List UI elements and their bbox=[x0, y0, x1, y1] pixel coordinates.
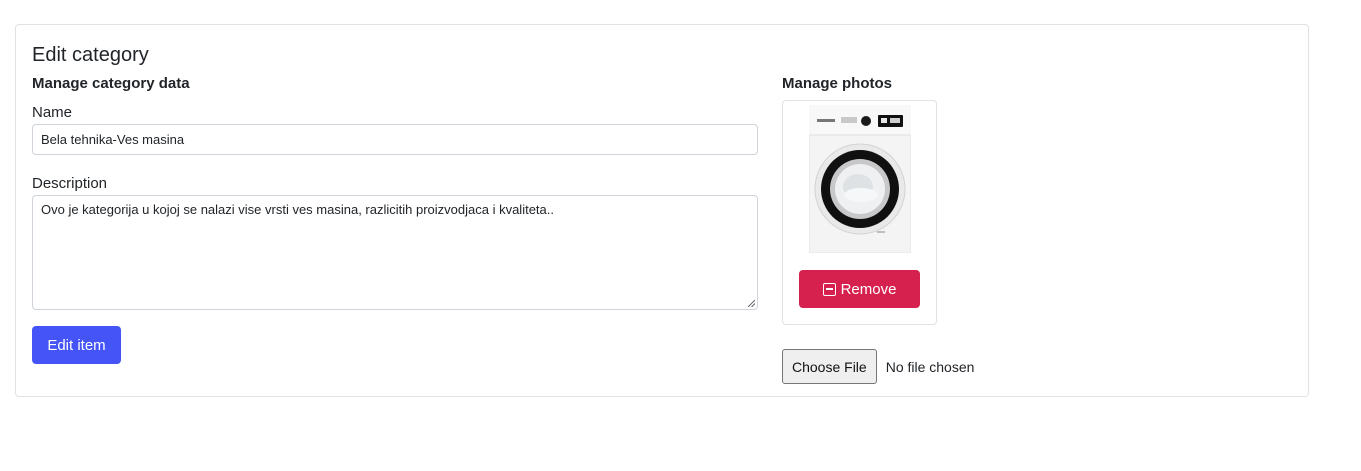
minus-square-icon bbox=[822, 282, 836, 296]
washing-machine-image bbox=[809, 105, 911, 253]
card-title: Edit category bbox=[32, 44, 149, 66]
remove-photo-button[interactable]: Remove bbox=[799, 270, 920, 308]
choose-file-button[interactable]: Choose File bbox=[782, 349, 877, 384]
category-data-heading: Manage category data bbox=[32, 75, 190, 92]
description-label: Description bbox=[32, 175, 108, 192]
file-status-text: No file chosen bbox=[885, 358, 975, 375]
edit-item-button[interactable]: Edit item bbox=[32, 326, 121, 364]
description-textarea[interactable]: Ovo je kategorija u kojoj se nalazi vise… bbox=[32, 195, 758, 310]
file-input[interactable]: Choose File No file chosen bbox=[782, 349, 974, 384]
photo-card: Remove bbox=[782, 100, 937, 325]
remove-label: Remove bbox=[840, 280, 897, 298]
photos-heading: Manage photos bbox=[782, 75, 893, 92]
edit-category-card: Edit category Manage category data Name … bbox=[15, 24, 1309, 397]
description-text: Ovo je kategorija u kojoj se nalazi vise… bbox=[41, 202, 554, 217]
name-label: Name bbox=[32, 104, 73, 121]
name-input[interactable]: Bela tehnika-Ves masina bbox=[32, 124, 758, 155]
resize-grip-icon[interactable] bbox=[747, 299, 755, 307]
